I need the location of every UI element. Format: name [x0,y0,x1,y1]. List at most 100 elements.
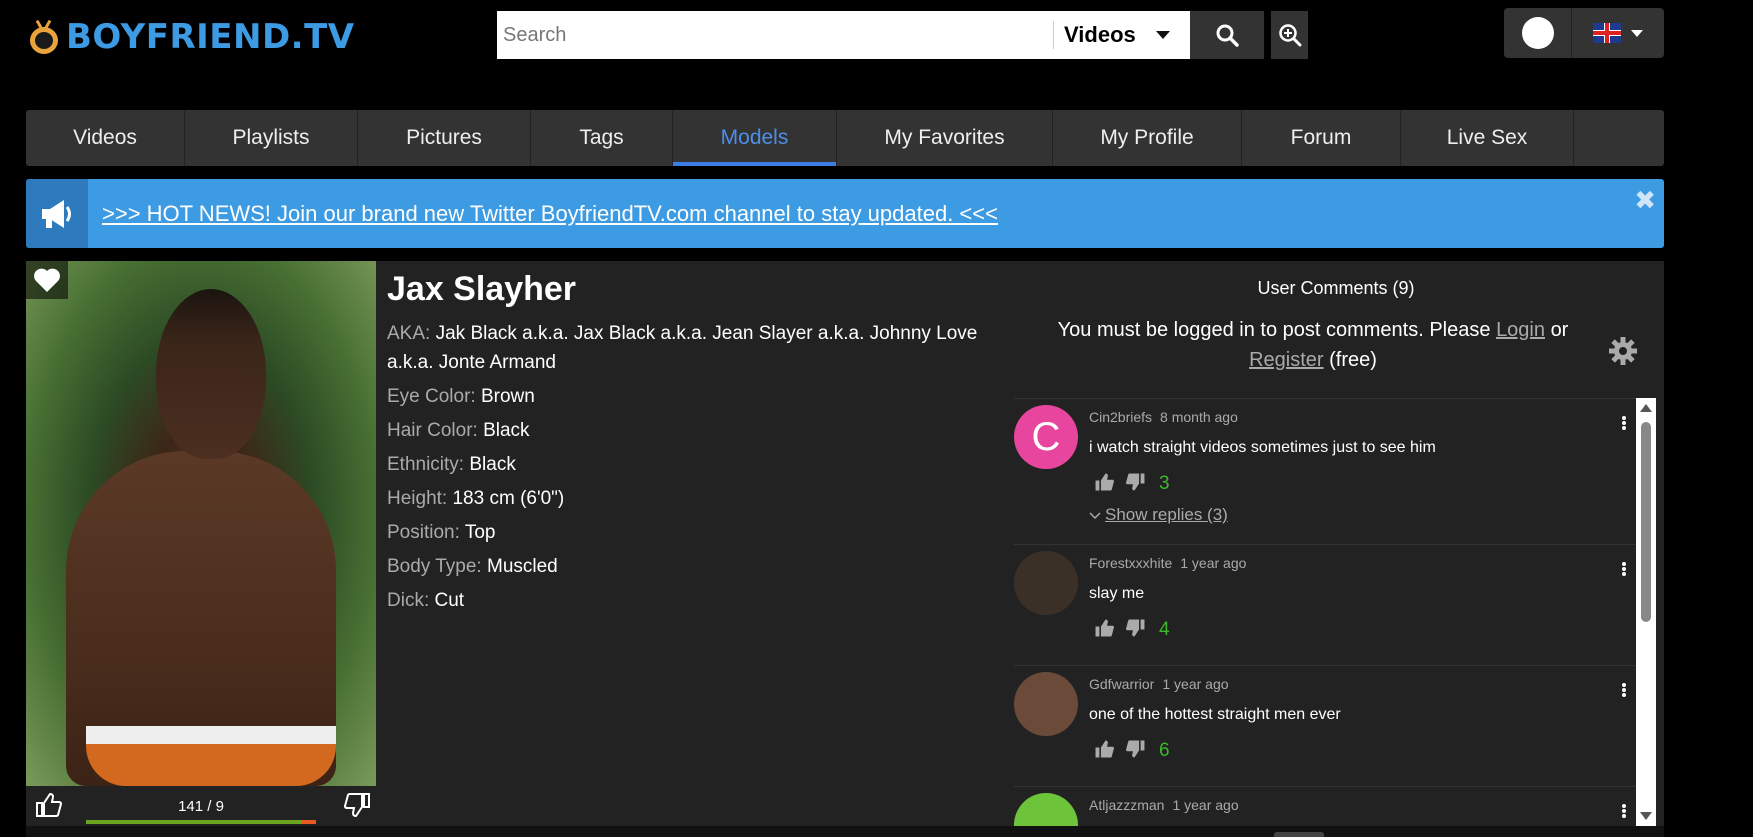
comment-meta: Cin2briefs 8 month ago [1089,399,1642,425]
avatar-letter: C [1031,414,1061,459]
model-field-dick: Dick: Cut [387,586,1008,615]
tv-logo-icon [28,19,60,54]
search-button[interactable] [1190,11,1264,59]
more-vertical-icon [1622,683,1626,697]
caret-down-icon [1155,31,1170,39]
comment-votes: 3 [1089,471,1642,497]
model-field-hair-color: Hair Color: Black [387,416,1008,445]
comment-time: 1 year ago [1172,797,1239,813]
thumbs-down-icon[interactable] [1125,472,1147,497]
field-label: Dick: [387,590,430,611]
comment-menu-button[interactable] [1622,803,1626,819]
avatar[interactable] [1014,793,1078,826]
show-replies-link[interactable]: Show replies (3) [1089,505,1642,525]
logo-text: BOYFRIEND.TV [66,17,355,57]
avatar [1521,17,1554,49]
scroll-up-icon[interactable] [1640,404,1652,412]
scroll-down-icon[interactable] [1640,812,1652,820]
tab-my-profile[interactable]: My Profile [1053,110,1242,166]
heart-icon [34,268,60,292]
comment-menu-button[interactable] [1622,682,1626,698]
favorite-button[interactable] [26,261,68,299]
comment-username[interactable]: Cin2briefs [1089,409,1152,425]
aka-label: AKA: [387,323,431,344]
field-label: Eye Color: [387,386,476,407]
comment-username[interactable]: Forestxxxhite [1089,555,1172,571]
comment-menu-button[interactable] [1622,561,1626,577]
login-link[interactable]: Login [1496,319,1545,341]
field-value: Black [483,420,530,441]
thumbs-down-icon[interactable] [1125,618,1147,643]
field-value: Cut [434,590,465,611]
field-label: Position: [387,522,460,543]
dislike-button[interactable] [343,792,372,823]
field-label: Ethnicity: [387,454,465,475]
register-free: (free) [1329,349,1377,371]
model-field-eye-color: Eye Color: Brown [387,382,1008,411]
page-scroll-thumb[interactable] [1274,832,1324,837]
tab-videos[interactable]: Videos [26,110,185,166]
site-logo[interactable]: BOYFRIEND.TV [28,12,355,62]
rating-fill [86,820,303,824]
avatar[interactable] [1014,672,1078,736]
comments-panel: User Comments (9) You must be logged in … [1008,261,1664,826]
model-field-ethnicity: Ethnicity: Black [387,450,1008,479]
thumbs-down-icon[interactable] [1125,739,1147,764]
model-field-height: Height: 183 cm (6'0") [387,484,1008,513]
rating-bar: 141 / 9 [26,786,376,826]
comment-username[interactable]: Atljazzzman [1089,797,1164,813]
news-banner: >>> HOT NEWS! Join our brand new Twitter… [26,179,1664,248]
more-vertical-icon [1622,804,1626,818]
advanced-search-button[interactable] [1271,11,1308,59]
comment-username[interactable]: Gdfwarrior [1089,676,1154,692]
tab-pictures[interactable]: Pictures [358,110,531,166]
tab-forum[interactable]: Forum [1242,110,1401,166]
comment-item: Forestxxxhite 1 year ago slay me 4 [1014,545,1642,666]
rating-track [86,820,316,824]
comment-score: 4 [1159,619,1170,640]
more-vertical-icon [1622,416,1626,430]
search-type-select[interactable]: Videos [1054,22,1190,48]
comment-settings-button[interactable] [1608,336,1638,371]
user-account-button[interactable] [1504,8,1572,58]
search-type-label: Videos [1064,22,1136,47]
scrollbar-thumb[interactable] [1641,422,1651,622]
tab-models[interactable]: Models [673,110,837,166]
tab-tags[interactable]: Tags [531,110,673,166]
search-bar: Videos [497,11,1190,59]
comments-title: User Comments (9) [1257,278,1415,298]
user-menu [1504,8,1664,58]
field-label: Height: [387,488,448,509]
tab-live-sex[interactable]: Live Sex [1401,110,1574,166]
register-link[interactable]: Register [1249,349,1323,371]
thumbs-up-icon[interactable] [1093,472,1115,497]
language-selector[interactable] [1572,8,1664,58]
model-info-panel: Jax Slayher AKA: Jak Black a.k.a. Jax Bl… [376,261,1008,826]
model-aka: AKA: Jak Black a.k.a. Jax Black a.k.a. J… [387,319,997,377]
field-value: Top [464,522,496,543]
thumbs-up-icon[interactable] [1093,739,1115,764]
field-label: Body Type: [387,556,482,577]
comment-time: 1 year ago [1180,555,1247,571]
thumbs-up-icon[interactable] [1093,618,1115,643]
close-icon[interactable]: ✖ [1634,185,1656,216]
comment-scrollbar[interactable] [1636,398,1656,826]
avatar[interactable] [1014,551,1078,615]
field-value: Muscled [487,556,558,577]
model-photo[interactable] [26,261,376,786]
search-input[interactable] [497,11,1053,59]
comment-list: C Cin2briefs 8 month ago i watch straight v… [1014,398,1642,826]
comment-menu-button[interactable] [1622,415,1626,431]
comment-votes: 4 [1089,617,1642,643]
news-link[interactable]: >>> HOT NEWS! Join our brand new Twitter… [102,201,998,227]
tab-playlists[interactable]: Playlists [185,110,358,166]
megaphone-icon [26,179,88,248]
rating-count: 141 / 9 [178,798,224,815]
comment-item: Gdfwarrior 1 year ago one of the hottest s… [1014,666,1642,787]
tab-my-favorites[interactable]: My Favorites [837,110,1053,166]
gear-icon [1609,337,1637,365]
caret-down-icon [1631,29,1643,37]
avatar[interactable]: C [1014,405,1078,469]
zoom-plus-icon [1278,24,1301,47]
comment-item: Atljazzzman 1 year ago [1014,787,1642,826]
